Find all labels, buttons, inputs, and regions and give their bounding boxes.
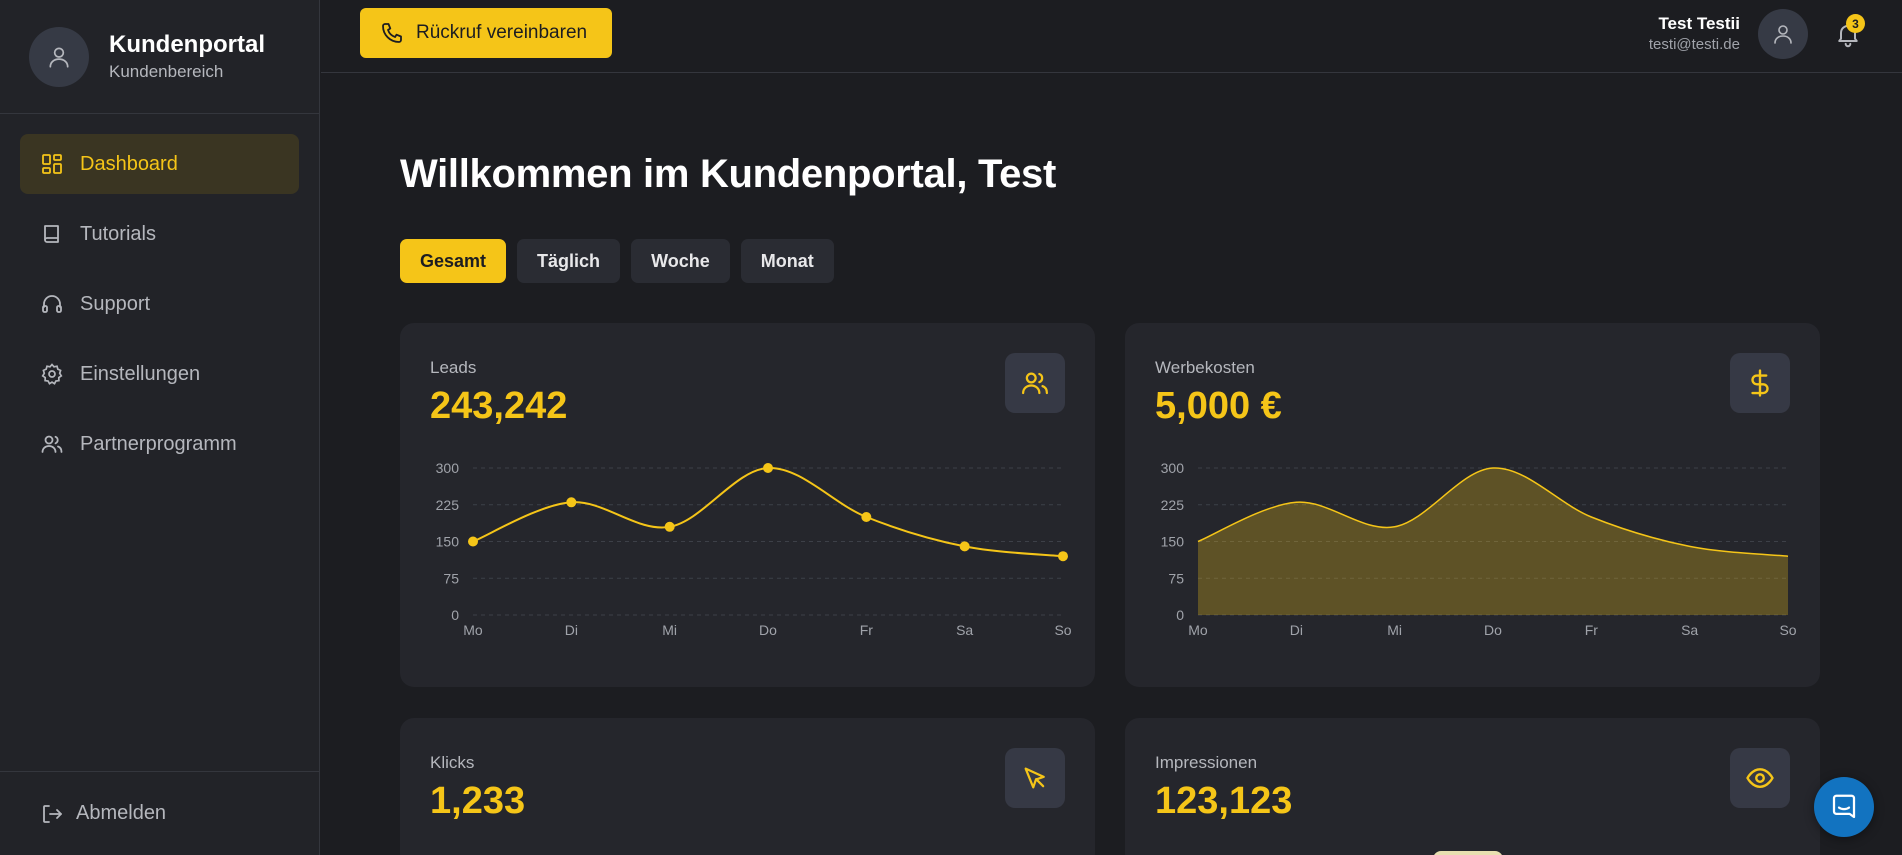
sidebar-item-label: Support — [80, 292, 151, 315]
card-value: 123,123 — [1155, 780, 1293, 822]
data-point — [1058, 551, 1068, 562]
page-title: Willkommen im Kundenportal, Test — [400, 152, 1057, 196]
sidebar-item-tutorials[interactable]: Tutorials — [20, 204, 299, 264]
user-info: Test Testii testi@testi.de — [1649, 13, 1740, 55]
sidebar: Kundenportal Kundenbereich Dashboard Tut… — [0, 0, 320, 855]
tab-woche[interactable]: Woche — [631, 239, 730, 283]
klicks-card: Klicks 1,233 — [400, 718, 1095, 855]
tab-monat[interactable]: Monat — [740, 239, 834, 283]
series-line — [472, 466, 1064, 558]
sidebar-item-label: Dashboard — [80, 152, 178, 175]
sidebar-nav: Dashboard Tutorials Support Einstellunge… — [0, 114, 319, 474]
cursor-icon — [1005, 748, 1065, 808]
data-point — [861, 512, 872, 522]
y-tick-label: 0 — [451, 607, 459, 623]
y-tick-label: 150 — [436, 534, 460, 550]
topbar: Rückruf vereinbaren Test Testii testi@te… — [321, 0, 1902, 73]
x-tick-label: Di — [1290, 622, 1303, 638]
x-tick-label: Mo — [1188, 622, 1208, 638]
phone-icon — [380, 21, 404, 45]
sidebar-item-einstellungen[interactable]: Einstellungen — [20, 344, 299, 404]
x-tick-label: So — [1779, 622, 1796, 638]
impressionen-card: Impressionen 123,123 — [1125, 718, 1820, 855]
eye-icon — [1730, 748, 1790, 808]
users-icon — [40, 432, 64, 456]
x-tick-label: Mi — [662, 622, 677, 638]
chat-icon — [1832, 794, 1856, 819]
x-tick-label: Do — [759, 622, 777, 638]
data-point — [959, 541, 970, 552]
y-tick-label: 75 — [1168, 570, 1184, 586]
brand-subtitle: Kundenbereich — [109, 61, 224, 81]
callback-label: Rückruf vereinbaren — [416, 22, 588, 43]
y-tick-label: 150 — [1161, 534, 1185, 550]
werbekosten-chart: 0 75 150 225 300 Mo Di Mi Do Fr Sa So — [1161, 460, 1797, 638]
y-tick-label: 300 — [436, 460, 460, 476]
tab-taeglich[interactable]: Täglich — [517, 239, 621, 283]
period-tabs: Gesamt Täglich Woche Monat — [400, 239, 834, 283]
data-point — [566, 497, 577, 508]
user-email: testi@testi.de — [1648, 36, 1740, 53]
gear-icon — [40, 362, 64, 386]
series-area — [1198, 467, 1788, 615]
book-icon — [40, 222, 64, 246]
sidebar-item-support[interactable]: Support — [20, 274, 299, 334]
y-tick-label: 300 — [1161, 460, 1185, 476]
leads-chart: 0 75 150 225 300 Mo Di Mi Do Fr Sa So — [436, 460, 1072, 638]
card-label: Klicks — [430, 753, 475, 772]
y-tick-label: 0 — [1176, 607, 1184, 623]
x-tick-label: Mo — [463, 622, 483, 638]
sidebar-item-label: Partnerprogramm — [80, 432, 237, 455]
x-tick-label: So — [1054, 622, 1071, 638]
sidebar-item-label: Tutorials — [80, 222, 156, 245]
chat-button[interactable] — [1814, 777, 1874, 837]
x-tick-label: Do — [1484, 622, 1502, 638]
x-tick-label: Fr — [1585, 622, 1599, 638]
user-name: Test Testii — [1658, 14, 1740, 33]
data-point — [468, 536, 478, 547]
data-point — [763, 463, 773, 473]
avatar[interactable] — [1758, 9, 1808, 59]
x-tick-label: Fr — [860, 622, 874, 638]
y-tick-label: 225 — [1161, 497, 1185, 513]
logout-button[interactable]: Abmelden — [0, 771, 320, 855]
data-point — [664, 521, 675, 532]
brand: Kundenportal Kundenbereich — [0, 0, 319, 114]
dashboard-icon — [40, 152, 64, 176]
chart-peek — [1433, 851, 1503, 855]
sidebar-item-dashboard[interactable]: Dashboard — [20, 134, 299, 194]
user-icon — [29, 26, 89, 87]
logout-icon — [40, 802, 64, 826]
sidebar-item-partnerprogramm[interactable]: Partnerprogramm — [20, 414, 299, 474]
y-tick-label: 225 — [436, 497, 460, 513]
x-tick-label: Mi — [1387, 622, 1402, 638]
tab-gesamt[interactable]: Gesamt — [400, 239, 507, 283]
headphones-icon — [40, 292, 64, 316]
logout-label: Abmelden — [76, 802, 167, 824]
callback-button[interactable]: Rückruf vereinbaren — [360, 8, 612, 58]
werbekosten-card: Werbekosten 5,000 € 0 75 150 225 300 Mo Di Mi Do… — [1125, 323, 1820, 687]
sidebar-item-label: Einstellungen — [80, 362, 201, 385]
leads-card: Leads 243,242 0 75 150 225 300 Mo Di Mi Do Fr Sa So — [400, 323, 1095, 687]
x-tick-label: Sa — [1681, 622, 1698, 638]
y-tick-label: 75 — [443, 570, 459, 586]
brand-title: Kundenportal — [109, 30, 265, 58]
x-tick-label: Sa — [956, 622, 973, 638]
x-tick-label: Di — [565, 622, 578, 638]
notification-badge: 3 — [1846, 14, 1865, 33]
card-value: 1,233 — [430, 780, 526, 822]
card-label: Impressionen — [1155, 753, 1258, 772]
